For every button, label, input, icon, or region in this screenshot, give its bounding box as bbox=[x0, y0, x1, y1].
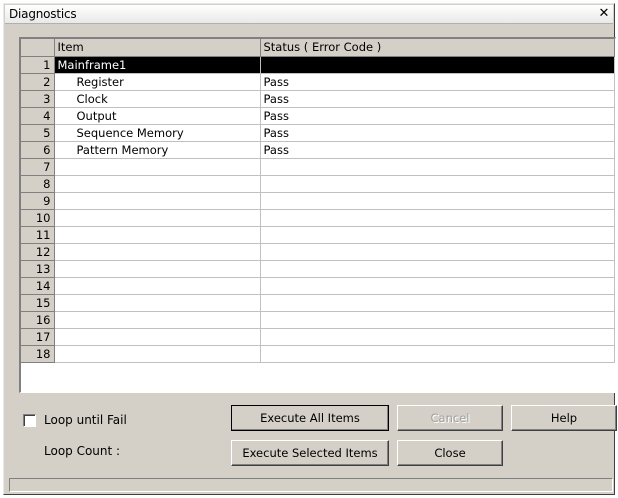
row-number[interactable]: 15 bbox=[21, 294, 55, 312]
table-row[interactable]: 5 Sequence Memory Pass bbox=[21, 124, 615, 142]
loop-until-fail-checkbox[interactable] bbox=[23, 414, 36, 427]
diagnostics-table: Item Status ( Error Code ) 1 Mainframe1 2 R… bbox=[21, 39, 615, 363]
table-header-row: Item Status ( Error Code ) bbox=[21, 39, 615, 57]
row-number[interactable]: 10 bbox=[21, 209, 55, 227]
row-number[interactable]: 11 bbox=[21, 226, 55, 244]
row-number[interactable]: 4 bbox=[21, 107, 55, 125]
row-number[interactable]: 6 bbox=[21, 141, 55, 159]
title-bar[interactable]: Diagnostics ✕ bbox=[5, 5, 613, 24]
item-cell[interactable]: Output bbox=[54, 107, 261, 125]
item-cell[interactable]: Mainframe1 bbox=[54, 56, 261, 74]
table-row[interactable]: 3 Clock Pass bbox=[21, 90, 615, 108]
row-number[interactable]: 5 bbox=[21, 124, 55, 142]
table-row[interactable]: 4 Output Pass bbox=[21, 107, 615, 125]
loop-count-label: Loop Count : bbox=[44, 444, 121, 458]
status-bar bbox=[9, 478, 613, 492]
diagnostics-window: Diagnostics ✕ Item Status ( Error Code )… bbox=[3, 3, 617, 495]
status-cell[interactable]: Pass bbox=[260, 73, 615, 91]
close-window-icon[interactable]: ✕ bbox=[597, 6, 611, 21]
table-row[interactable]: 9 bbox=[21, 192, 615, 210]
table-row[interactable]: 6 Pattern Memory Pass bbox=[21, 141, 615, 159]
item-cell[interactable]: Pattern Memory bbox=[54, 141, 261, 159]
cancel-button[interactable]: Cancel bbox=[397, 405, 503, 431]
status-cell[interactable] bbox=[260, 158, 615, 176]
status-cell[interactable] bbox=[260, 345, 615, 363]
status-cell[interactable] bbox=[260, 260, 615, 278]
item-cell[interactable]: Clock bbox=[54, 90, 261, 108]
status-cell[interactable] bbox=[260, 311, 615, 329]
item-cell[interactable]: Sequence Memory bbox=[54, 124, 261, 142]
execute-all-items-button[interactable]: Execute All Items bbox=[231, 405, 389, 431]
row-number[interactable]: 8 bbox=[21, 175, 55, 193]
help-button[interactable]: Help bbox=[511, 405, 617, 431]
status-cell[interactable]: Pass bbox=[260, 107, 615, 125]
execute-selected-items-button[interactable]: Execute Selected Items bbox=[231, 440, 389, 466]
item-cell[interactable] bbox=[54, 192, 261, 210]
column-header-status[interactable]: Status ( Error Code ) bbox=[260, 39, 615, 57]
status-cell[interactable] bbox=[260, 243, 615, 261]
item-cell[interactable] bbox=[54, 243, 261, 261]
status-cell[interactable] bbox=[260, 328, 615, 346]
row-number[interactable]: 14 bbox=[21, 277, 55, 295]
row-number[interactable]: 16 bbox=[21, 311, 55, 329]
window-title: Diagnostics bbox=[9, 7, 77, 21]
table-row[interactable]: 2 Register Pass bbox=[21, 73, 615, 91]
status-cell[interactable] bbox=[260, 209, 615, 227]
corner-header[interactable] bbox=[21, 39, 55, 57]
table-row[interactable]: 16 bbox=[21, 311, 615, 329]
row-number[interactable]: 17 bbox=[21, 328, 55, 346]
item-cell[interactable]: Register bbox=[54, 73, 261, 91]
table-row[interactable]: 15 bbox=[21, 294, 615, 312]
status-cell[interactable]: Pass bbox=[260, 141, 615, 159]
row-number[interactable]: 3 bbox=[21, 90, 55, 108]
loop-until-fail-label: Loop until Fail bbox=[44, 413, 127, 427]
table-row[interactable]: 8 bbox=[21, 175, 615, 193]
item-cell[interactable] bbox=[54, 260, 261, 278]
diagnostics-grid: Item Status ( Error Code ) 1 Mainframe1 2 R… bbox=[19, 37, 616, 393]
status-cell[interactable] bbox=[260, 192, 615, 210]
row-number[interactable]: 9 bbox=[21, 192, 55, 210]
table-row[interactable]: 17 bbox=[21, 328, 615, 346]
status-cell[interactable] bbox=[260, 294, 615, 312]
table-row[interactable]: 1 Mainframe1 bbox=[21, 56, 615, 74]
table-row[interactable]: 18 bbox=[21, 345, 615, 363]
close-button[interactable]: Close bbox=[397, 440, 503, 466]
status-cell[interactable] bbox=[260, 277, 615, 295]
table-row[interactable]: 10 bbox=[21, 209, 615, 227]
item-cell[interactable] bbox=[54, 294, 261, 312]
table-row[interactable]: 14 bbox=[21, 277, 615, 295]
table-row[interactable]: 13 bbox=[21, 260, 615, 278]
item-cell[interactable] bbox=[54, 328, 261, 346]
table-row[interactable]: 12 bbox=[21, 243, 615, 261]
row-number[interactable]: 2 bbox=[21, 73, 55, 91]
item-cell[interactable] bbox=[54, 175, 261, 193]
status-cell[interactable]: Pass bbox=[260, 90, 615, 108]
item-cell[interactable] bbox=[54, 277, 261, 295]
item-cell[interactable] bbox=[54, 311, 261, 329]
column-header-item[interactable]: Item bbox=[54, 39, 261, 57]
row-number[interactable]: 7 bbox=[21, 158, 55, 176]
row-number[interactable]: 1 bbox=[21, 56, 55, 74]
status-cell[interactable]: Pass bbox=[260, 124, 615, 142]
status-cell[interactable] bbox=[260, 175, 615, 193]
row-number[interactable]: 12 bbox=[21, 243, 55, 261]
item-cell[interactable] bbox=[54, 226, 261, 244]
item-cell[interactable] bbox=[54, 345, 261, 363]
item-cell[interactable] bbox=[54, 209, 261, 227]
row-number[interactable]: 18 bbox=[21, 345, 55, 363]
row-number[interactable]: 13 bbox=[21, 260, 55, 278]
table-body: 1 Mainframe1 2 Register Pass 3 Clock Pass 4 Outpu… bbox=[21, 56, 615, 363]
table-row[interactable]: 11 bbox=[21, 226, 615, 244]
item-cell[interactable] bbox=[54, 158, 261, 176]
table-row[interactable]: 7 bbox=[21, 158, 615, 176]
status-cell[interactable] bbox=[260, 56, 615, 74]
status-cell[interactable] bbox=[260, 226, 615, 244]
